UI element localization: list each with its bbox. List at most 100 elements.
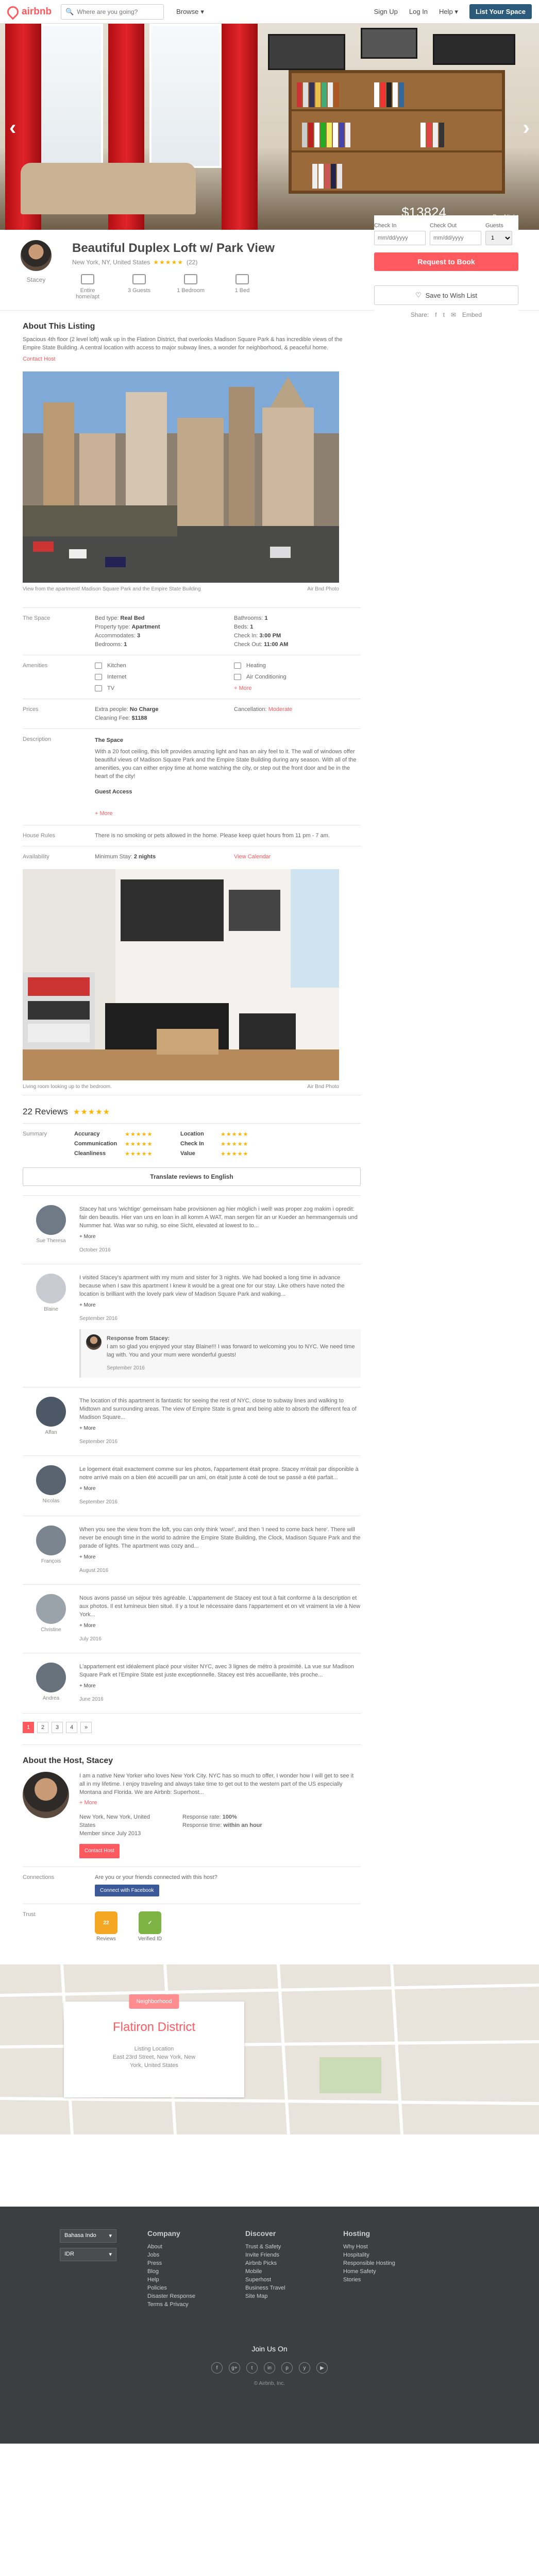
connect-facebook-button[interactable]: Connect with Facebook <box>95 1885 159 1896</box>
amenities-more-link[interactable]: + More <box>234 685 361 691</box>
help-menu[interactable]: Help ▾ <box>439 8 458 16</box>
reviewer-name[interactable]: Christine <box>41 1627 61 1633</box>
search-input[interactable] <box>77 8 160 15</box>
save-to-wishlist-button[interactable]: ♡ Save to Wish List <box>374 285 518 305</box>
internet-icon <box>95 674 102 680</box>
host-avatar[interactable] <box>20 239 53 272</box>
review-more-link[interactable]: + More <box>79 1233 361 1241</box>
facebook-icon[interactable]: f <box>211 2362 223 2374</box>
pinterest-icon[interactable]: p <box>281 2362 293 2374</box>
reviewer-name[interactable]: François <box>41 1558 61 1564</box>
contact-host-link[interactable]: Contact Host <box>23 356 361 362</box>
reviewer-avatar[interactable] <box>36 1397 66 1427</box>
reviewer-name[interactable]: Sue Theresa <box>36 1238 65 1244</box>
footer-link[interactable]: Business Travel <box>245 2284 312 2292</box>
translate-reviews-button[interactable]: Translate reviews to English <box>23 1167 361 1186</box>
verified-id-badge[interactable]: ✓ Verified ID <box>138 1911 162 1942</box>
footer-link[interactable]: Policies <box>147 2284 214 2292</box>
request-to-book-button[interactable]: Request to Book <box>374 252 518 271</box>
instagram-icon[interactable]: ▶ <box>316 2362 328 2374</box>
footer-link[interactable]: Stories <box>343 2276 410 2284</box>
next-photo-arrow[interactable]: › <box>523 116 530 140</box>
reviewer-avatar[interactable] <box>36 1526 66 1555</box>
twitter-icon[interactable]: t <box>246 2362 258 2374</box>
checkout-input[interactable] <box>430 231 481 245</box>
neighborhood-name[interactable]: Flatiron District <box>64 2020 244 2035</box>
previous-photo-arrow[interactable]: ‹ <box>9 116 16 140</box>
sign-up-link[interactable]: Sign Up <box>374 8 398 15</box>
footer-link[interactable]: Home Safety <box>343 2267 410 2276</box>
heart-icon: ♡ <box>415 291 422 299</box>
list-your-space-button[interactable]: List Your Space <box>469 4 532 19</box>
footer-link[interactable]: Airbnb Picks <box>245 2259 312 2267</box>
reviewer-avatar[interactable] <box>36 1594 66 1624</box>
review-date: September 2016 <box>79 1499 117 1505</box>
page-button[interactable]: 2 <box>37 1722 48 1733</box>
reviewer-avatar[interactable] <box>36 1274 66 1303</box>
review-more-link[interactable]: + More <box>79 1682 361 1690</box>
facebook-icon[interactable]: f <box>435 311 436 318</box>
listing-photo-living-room[interactable] <box>23 869 339 1082</box>
space-detail: Accommodates: 3 <box>95 633 141 639</box>
host-more-link[interactable]: + More <box>79 1799 361 1807</box>
page-button[interactable]: 1 <box>23 1722 34 1733</box>
view-calendar-link[interactable]: View Calendar <box>234 854 271 860</box>
neighborhood-map[interactable]: Neighborhood Flatiron District Listing L… <box>0 1964 539 2134</box>
google-plus-icon[interactable]: g+ <box>229 2362 240 2374</box>
footer-link[interactable]: Hospitality <box>343 2251 410 2259</box>
embed-link[interactable]: Embed <box>462 311 482 318</box>
listing-photo-view[interactable] <box>23 371 339 584</box>
browse-dropdown[interactable]: Browse ▾ <box>176 8 204 16</box>
reviewer-name[interactable]: Blaine <box>44 1307 58 1312</box>
email-icon[interactable]: ✉ <box>451 311 456 318</box>
footer-link[interactable]: Help <box>147 2276 214 2284</box>
footer-link[interactable]: Invite Friends <box>245 2251 312 2259</box>
rating-category-label: Cleanliness <box>74 1150 106 1157</box>
currency-select[interactable]: IDR ▾ <box>60 2248 116 2261</box>
reviews-badge[interactable]: 22 Reviews <box>95 1911 117 1942</box>
footer-link[interactable]: Site Map <box>245 2292 312 2300</box>
review-more-link[interactable]: + More <box>79 1301 361 1310</box>
reviewer-name[interactable]: Affan <box>45 1430 57 1435</box>
reviews-count[interactable]: (22) <box>187 259 197 266</box>
footer-link[interactable]: Disaster Response <box>147 2292 214 2300</box>
footer-link[interactable]: Press <box>147 2259 214 2267</box>
guests-select[interactable]: 1 <box>485 231 512 245</box>
checkin-input[interactable] <box>374 231 426 245</box>
footer-link[interactable]: About <box>147 2243 214 2251</box>
footer-link[interactable]: Superhost <box>245 2276 312 2284</box>
linkedin-icon[interactable]: in <box>264 2362 275 2374</box>
footer-discover-column: Discover Trust & Safety Invite Friends A… <box>245 2229 312 2309</box>
description-more-link[interactable]: + More <box>95 809 361 818</box>
footer-link[interactable]: Terms & Privacy <box>147 2300 214 2309</box>
reviewer-name[interactable]: Andrea <box>43 1696 59 1701</box>
review-more-link[interactable]: + More <box>79 1622 361 1630</box>
contact-host-button[interactable]: Contact Host <box>79 1844 120 1858</box>
page-button[interactable]: 3 <box>52 1722 63 1733</box>
footer-link[interactable]: Trust & Safety <box>245 2243 312 2251</box>
page-button[interactable]: 4 <box>66 1722 77 1733</box>
review-more-link[interactable]: + More <box>79 1425 361 1433</box>
next-page-button[interactable]: » <box>80 1722 92 1733</box>
host-name[interactable]: Stacey <box>27 276 46 283</box>
search-box[interactable]: 🔍 <box>61 4 164 20</box>
reviewer-avatar[interactable] <box>36 1465 66 1495</box>
footer-link[interactable]: Jobs <box>147 2251 214 2259</box>
footer-link[interactable]: Responsible Hosting <box>343 2259 410 2267</box>
log-in-link[interactable]: Log In <box>409 8 428 15</box>
footer-link[interactable]: Blog <box>147 2267 214 2276</box>
listing-location[interactable]: New York, NY, United States <box>72 259 150 266</box>
language-select[interactable]: Bahasa Indo ▾ <box>60 2229 116 2243</box>
footer-link[interactable]: Mobile <box>245 2267 312 2276</box>
review-more-link[interactable]: + More <box>79 1485 361 1493</box>
twitter-icon[interactable]: t <box>443 311 445 318</box>
host-profile-avatar[interactable] <box>23 1772 69 1818</box>
footer-link[interactable]: Why Host <box>343 2243 410 2251</box>
reviewer-name[interactable]: Nicolas <box>43 1498 60 1504</box>
response-text: I am so glad you enjoyed your stay Blain… <box>107 1344 355 1358</box>
reviewer-avatar[interactable] <box>36 1205 66 1235</box>
reviewer-avatar[interactable] <box>36 1663 66 1692</box>
youtube-icon[interactable]: y <box>299 2362 310 2374</box>
airbnb-logo[interactable]: airbnb <box>5 3 52 20</box>
review-more-link[interactable]: + More <box>79 1553 361 1562</box>
